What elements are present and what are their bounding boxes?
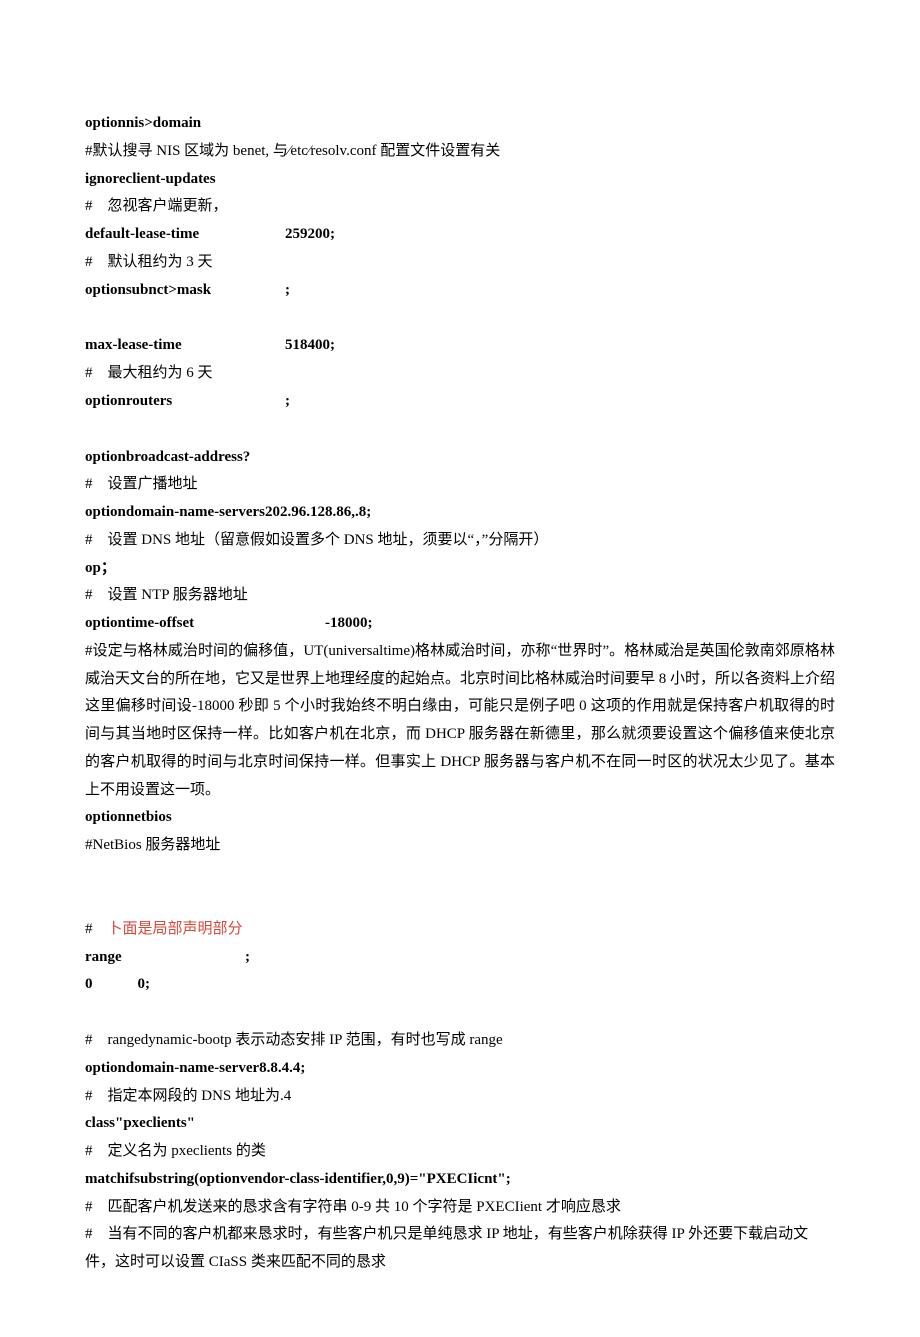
comment-line: # 定义名为 pxeclients 的类 — [85, 1138, 835, 1166]
config-pair: range ; — [85, 944, 835, 972]
comment-line: # 最大租约为 6 天 — [85, 360, 835, 388]
spacer — [85, 304, 835, 332]
config-line: matchifsubstring(optionvendor-class-iden… — [85, 1166, 835, 1194]
config-line: optionnetbios — [85, 804, 835, 832]
comment-line: # 设置 DNS 地址（留意假如设置多个 DNS 地址，须要以“，”分隔开） — [85, 527, 835, 555]
config-line: optionbroadcast-address? — [85, 444, 835, 472]
section-title-red: 卜面是局部声明部分 — [108, 921, 243, 937]
config-line: op； — [85, 555, 835, 583]
comment-line: #默认搜寻 NIS 区域为 benet, 与⁄etc⁄resolv.conf 配… — [85, 138, 835, 166]
comment-line: # rangedynamic-bootp 表示动态安排 IP 范围，有时也写成 … — [85, 1027, 835, 1055]
spacer — [85, 416, 835, 444]
config-line: optionnis>domain — [85, 110, 835, 138]
config-pair: optiontime-offset -18000; — [85, 610, 835, 638]
config-value: ; — [285, 388, 290, 416]
comment-line: #NetBios 服务器地址 — [85, 832, 835, 860]
config-value: ; — [245, 944, 250, 972]
config-line: 0 0; — [85, 971, 835, 999]
config-pair: optionsubnct>mask ; — [85, 277, 835, 305]
config-key: optiontime-offset — [85, 610, 325, 638]
document-page: optionnis>domain #默认搜寻 NIS 区域为 benet, 与⁄… — [0, 0, 920, 1337]
config-key: optionsubnct>mask — [85, 277, 285, 305]
comment-line: # 设置 NTP 服务器地址 — [85, 582, 835, 610]
config-value: 259200; — [285, 221, 335, 249]
spacer — [85, 860, 835, 916]
config-key: default-lease-time — [85, 221, 285, 249]
spacer — [85, 999, 835, 1027]
config-line: ignoreclient-updates — [85, 166, 835, 194]
comment-line: # 匹配客户机发送来的恳求含有字符串 0-9 共 10 个字符是 PXECIie… — [85, 1194, 835, 1222]
section-header: # 卜面是局部声明部分 — [85, 916, 835, 944]
config-pair: default-lease-time 259200; — [85, 221, 835, 249]
comment-line: # 忽视客户端更新， — [85, 193, 835, 221]
comment-line: # 默认租约为 3 天 — [85, 249, 835, 277]
config-value: -18000; — [325, 610, 373, 638]
config-line: class"pxeclients" — [85, 1110, 835, 1138]
config-pair: optionrouters ; — [85, 388, 835, 416]
comment-line: # 指定本网段的 DNS 地址为.4 — [85, 1083, 835, 1111]
hash-prefix: # — [85, 921, 108, 937]
config-pair: max-lease-time 518400; — [85, 332, 835, 360]
config-line: optiondomain-name-servers202.96.128.86,.… — [85, 499, 835, 527]
comment-line: # 设置广播地址 — [85, 471, 835, 499]
config-key: range — [85, 944, 245, 972]
config-key: max-lease-time — [85, 332, 285, 360]
config-value: 518400; — [285, 332, 335, 360]
paragraph: #设定与格林威治时间的偏移值，UT(universaltime)格林威治时间，亦… — [85, 638, 835, 805]
comment-line: # 当有不同的客户机都来恳求时，有些客户机只是单纯恳求 IP 地址，有些客户机除… — [85, 1221, 835, 1277]
config-value: ; — [285, 277, 290, 305]
config-line: optiondomain-name-server8.8.4.4; — [85, 1055, 835, 1083]
config-key: optionrouters — [85, 388, 285, 416]
